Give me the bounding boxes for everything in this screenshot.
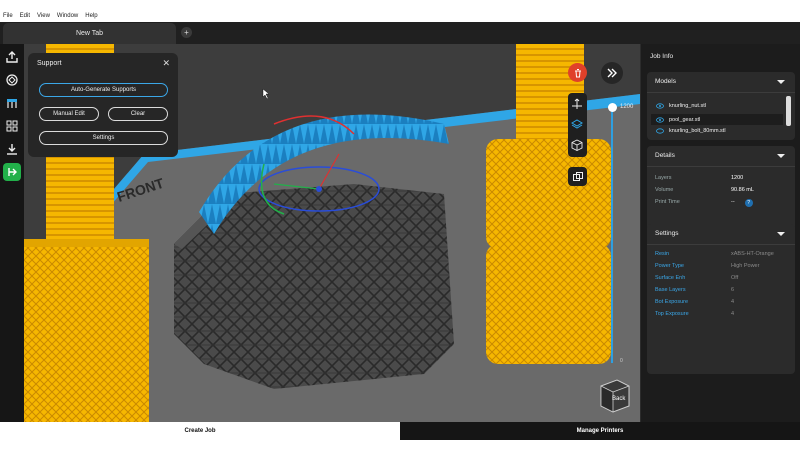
chevron-down-icon[interactable] bbox=[777, 232, 785, 236]
support-panel-title: Support bbox=[37, 60, 62, 67]
setting-row-base-layers[interactable]: Base Layers 6 bbox=[655, 287, 791, 297]
detail-row-layers: Layers 1200 bbox=[655, 175, 744, 181]
support-icon[interactable] bbox=[3, 94, 21, 112]
support-panel: Support ✕ Auto-Generate Supports Manual … bbox=[28, 53, 178, 157]
create-job-button[interactable]: Create Job bbox=[0, 422, 400, 440]
menu-view[interactable]: View bbox=[37, 13, 50, 19]
setting-row-top-exposure[interactable]: Top Exposure 4 bbox=[655, 311, 791, 321]
settings-heading: Settings bbox=[655, 230, 679, 237]
view-cube-label: Back bbox=[612, 396, 626, 402]
layout-grid-icon[interactable] bbox=[3, 117, 21, 135]
detail-row-volume: Volume 90.86 mL bbox=[655, 187, 754, 193]
eye-icon[interactable] bbox=[651, 102, 669, 109]
tab-bar: New Tab + bbox=[0, 22, 800, 44]
details-heading: Details bbox=[655, 152, 675, 159]
tab-new-tab[interactable]: New Tab bbox=[3, 23, 176, 44]
setting-row-bot-exposure[interactable]: Bot Exposure 4 bbox=[655, 299, 791, 309]
layer-slider-track[interactable] bbox=[611, 107, 613, 363]
eye-icon[interactable] bbox=[651, 128, 669, 134]
download-icon[interactable] bbox=[3, 140, 21, 158]
menu-window[interactable]: Window bbox=[57, 13, 78, 19]
cube-view-icon[interactable] bbox=[568, 136, 586, 154]
job-info-title: Job Info bbox=[650, 53, 674, 60]
manual-edit-button[interactable]: Manual Edit bbox=[39, 107, 99, 121]
model-list-item[interactable]: knurling_bolt_80mm.stl bbox=[651, 128, 783, 136]
close-icon[interactable]: ✕ bbox=[162, 58, 170, 69]
menu-file[interactable]: File bbox=[3, 13, 13, 19]
settings-card: Settings Resin xABS-HT-Orange Power Type H… bbox=[647, 224, 795, 374]
layer-slider-top-value: 1200 bbox=[620, 104, 634, 110]
layer-slider-bottom-value: 0 bbox=[620, 358, 623, 364]
menu-bar: File Edit View Window Help bbox=[0, 0, 800, 22]
setting-row-resin[interactable]: Resin xABS-HT-Orange bbox=[655, 251, 791, 261]
trash-icon[interactable] bbox=[568, 63, 587, 82]
layer-slider-handle[interactable] bbox=[608, 103, 617, 112]
collapse-panel-icon[interactable] bbox=[601, 62, 623, 84]
model-list-item[interactable]: knurling_nut.stl bbox=[651, 100, 783, 111]
menu-edit[interactable]: Edit bbox=[20, 13, 30, 19]
model-name: knurling_bolt_80mm.stl bbox=[669, 128, 726, 134]
clear-button[interactable]: Clear bbox=[108, 107, 168, 121]
manage-printers-button[interactable]: Manage Printers bbox=[400, 422, 800, 440]
left-toolbar bbox=[0, 44, 24, 422]
job-info-panel: Job Info Models knurling_nut.stl pool_ge… bbox=[640, 44, 800, 422]
view-cube[interactable]: Back bbox=[597, 378, 631, 414]
models-card: Models knurling_nut.stl pool_gear.stl kn bbox=[647, 72, 795, 140]
window-footer bbox=[0, 440, 800, 450]
menu-help[interactable]: Help bbox=[85, 13, 97, 19]
setting-row-surface-enh[interactable]: Surface Enh Off bbox=[655, 275, 791, 285]
chevron-down-icon[interactable] bbox=[777, 80, 785, 84]
bottom-bar: Create Job Manage Printers bbox=[0, 422, 800, 440]
setting-row-power-type[interactable]: Power Type High Power bbox=[655, 263, 791, 273]
add-tab-button[interactable]: + bbox=[181, 27, 192, 38]
chevron-down-icon[interactable] bbox=[777, 154, 785, 158]
models-scrollbar[interactable] bbox=[786, 96, 791, 126]
eye-icon[interactable] bbox=[651, 116, 669, 123]
model-list-item[interactable]: pool_gear.stl bbox=[651, 114, 783, 125]
detail-row-print-time: Print Time -- ? bbox=[655, 199, 791, 209]
upload-icon[interactable] bbox=[3, 48, 21, 66]
exit-icon[interactable] bbox=[3, 163, 21, 181]
move-gizmo-icon[interactable] bbox=[568, 95, 586, 113]
duplicate-icon[interactable] bbox=[568, 167, 587, 186]
help-icon[interactable]: ? bbox=[744, 199, 753, 207]
auto-generate-supports-button[interactable]: Auto-Generate Supports bbox=[39, 83, 168, 97]
rotate-3d-icon[interactable] bbox=[3, 71, 21, 89]
model-name: knurling_nut.stl bbox=[669, 102, 706, 109]
model-name: pool_gear.stl bbox=[669, 116, 701, 123]
layer-view-icon[interactable] bbox=[568, 115, 586, 133]
app-window: File Edit View Window Help New Tab + FRO… bbox=[0, 0, 800, 450]
models-heading: Models bbox=[655, 78, 676, 85]
settings-button[interactable]: Settings bbox=[39, 131, 168, 145]
